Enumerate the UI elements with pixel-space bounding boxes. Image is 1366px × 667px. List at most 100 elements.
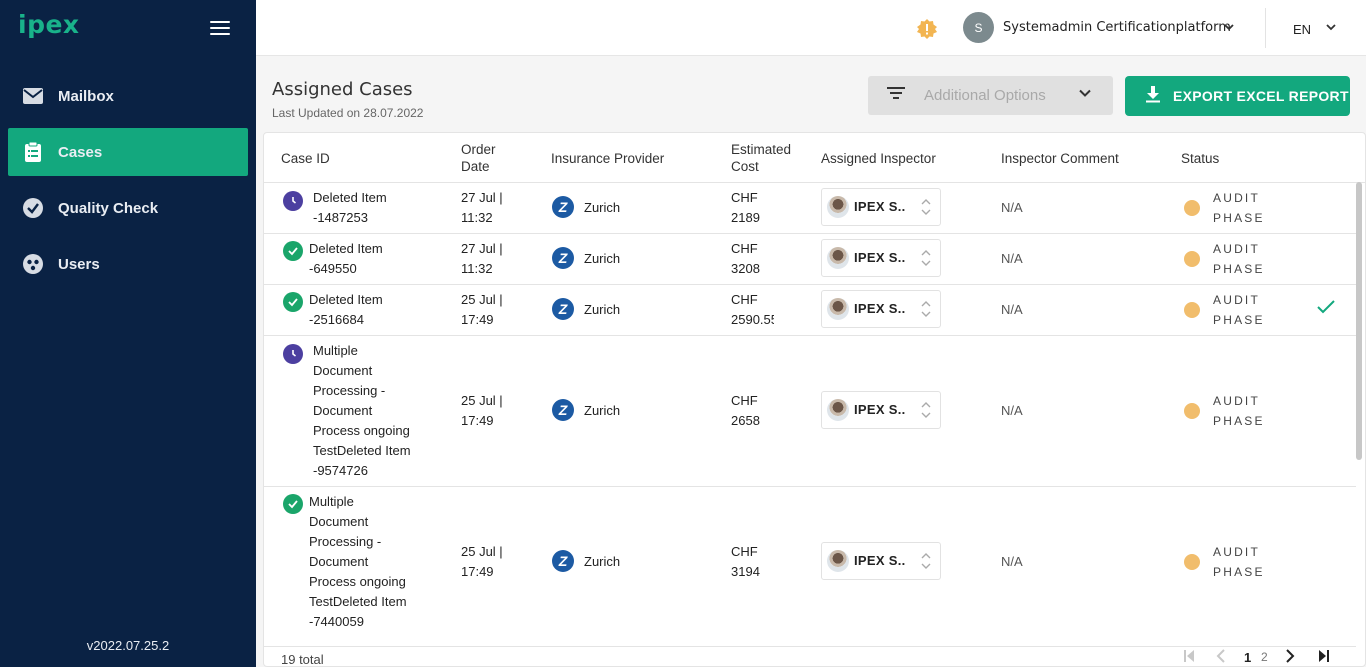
case-id-line[interactable]: TestDeleted Item: [313, 441, 411, 461]
page-number-1[interactable]: 1: [1244, 650, 1251, 665]
sidebar-item-users[interactable]: Users: [8, 240, 248, 288]
case-id-line[interactable]: -7440059: [309, 612, 364, 632]
inspector-select[interactable]: IPEX S..: [821, 542, 941, 580]
sidebar-item-quality-check[interactable]: Quality Check: [8, 184, 248, 232]
language-selector[interactable]: EN: [1293, 22, 1311, 37]
table-row[interactable]: Multiple Document Processing - Document …: [264, 336, 1356, 487]
inspector-name: IPEX S..: [854, 301, 906, 316]
order-date: 27 Jul |: [461, 190, 503, 205]
sidebar-item-label: Users: [58, 255, 100, 273]
case-id-line[interactable]: Document: [313, 401, 372, 421]
sidebar-item-mailbox[interactable]: Mailbox: [8, 72, 248, 120]
status-text: PHASE: [1213, 262, 1265, 276]
previous-page-icon[interactable]: [1215, 648, 1227, 667]
case-id-line[interactable]: Document: [313, 361, 372, 381]
last-page-icon[interactable]: [1317, 648, 1331, 667]
status-text: AUDIT: [1213, 293, 1260, 307]
case-id-line[interactable]: Multiple: [313, 341, 358, 361]
export-excel-button[interactable]: EXPORT EXCEL REPORT: [1125, 76, 1350, 116]
case-id-line[interactable]: Deleted Item: [313, 188, 387, 208]
inspector-select[interactable]: IPEX S..: [821, 290, 941, 328]
status-text: AUDIT: [1213, 191, 1260, 205]
page-title: Assigned Cases: [272, 79, 413, 100]
cost-currency: CHF: [731, 241, 758, 256]
order-time: 17:49: [461, 312, 494, 327]
table-row[interactable]: Deleted Item -2516684 25 Jul | 17:49 Z Z…: [264, 285, 1356, 336]
table-scrollbar[interactable]: [1356, 182, 1362, 460]
menu-toggle-icon[interactable]: [210, 21, 230, 37]
case-id-line[interactable]: Multiple: [309, 492, 354, 512]
case-id-line[interactable]: -1487253: [313, 208, 368, 228]
case-id-line[interactable]: Processing -: [309, 532, 381, 552]
download-icon: [1145, 85, 1161, 108]
alert-icon[interactable]: [916, 18, 938, 45]
chevron-down-icon[interactable]: [1222, 20, 1236, 39]
inspector-comment: N/A: [1001, 251, 1023, 266]
header-cost-line1[interactable]: Estimated: [731, 141, 791, 158]
sidebar-item-label: Mailbox: [58, 87, 114, 105]
check-icon: [283, 241, 303, 261]
case-id-line[interactable]: Process ongoing: [313, 421, 410, 441]
cost-value: 3208: [731, 261, 760, 276]
case-id-line[interactable]: Process ongoing: [309, 572, 406, 592]
case-id-line[interactable]: Processing -: [313, 381, 385, 401]
header-insurance-provider[interactable]: Insurance Provider: [551, 150, 664, 167]
case-id-line[interactable]: Document: [309, 512, 368, 532]
status-dot: [1184, 554, 1200, 570]
provider-name: Zurich: [584, 403, 621, 418]
status-dot: [1184, 251, 1200, 267]
table-row[interactable]: Multiple Document Processing - Document …: [264, 487, 1356, 647]
header-order-date-line1[interactable]: Order: [461, 141, 496, 158]
last-updated: Last Updated on 28.07.2022: [272, 106, 424, 120]
avatar: [827, 399, 849, 421]
inspector-name: IPEX S..: [854, 199, 906, 214]
status-text: AUDIT: [1213, 545, 1260, 559]
status-text: AUDIT: [1213, 242, 1260, 256]
zurich-logo-icon: Z: [552, 399, 574, 421]
inspector-select[interactable]: IPEX S..: [821, 239, 941, 277]
case-id-line[interactable]: -9574726: [313, 461, 368, 481]
checkmark-icon[interactable]: [1316, 299, 1336, 320]
status-text: PHASE: [1213, 211, 1265, 225]
updown-arrows-icon: [920, 550, 932, 577]
table-row[interactable]: Deleted Item -649550 27 Jul | 11:32 Z Zu…: [264, 234, 1356, 285]
case-id-line[interactable]: Deleted Item: [309, 290, 383, 310]
additional-options-dropdown[interactable]: Additional Options: [868, 76, 1113, 115]
case-id-line[interactable]: TestDeleted Item: [309, 592, 407, 612]
divider: [1265, 8, 1266, 48]
sidebar-item-cases[interactable]: Cases: [8, 128, 248, 176]
header-assigned-inspector[interactable]: Assigned Inspector: [821, 150, 936, 167]
header-cost-line2[interactable]: Cost: [731, 158, 759, 175]
inspector-select[interactable]: IPEX S..: [821, 188, 941, 226]
header-inspector-comment[interactable]: Inspector Comment: [1001, 150, 1119, 167]
case-id-line[interactable]: Deleted Item: [309, 239, 383, 259]
first-page-icon[interactable]: [1182, 648, 1196, 667]
export-label: EXPORT EXCEL REPORT: [1173, 88, 1349, 104]
cost-value: 2658: [731, 413, 760, 428]
next-page-icon[interactable]: [1284, 648, 1296, 667]
filter-icon: [886, 86, 906, 105]
cost-currency: CHF: [731, 190, 758, 205]
inspector-select[interactable]: IPEX S..: [821, 391, 941, 429]
avatar[interactable]: S: [963, 12, 994, 43]
case-id-line[interactable]: -649550: [309, 259, 357, 279]
page-number-2[interactable]: 2: [1261, 650, 1268, 664]
case-id-line[interactable]: -2516684: [309, 310, 364, 330]
table-row[interactable]: Deleted Item -1487253 27 Jul | 11:32 Z Z…: [264, 183, 1356, 234]
user-name[interactable]: Systemadmin Certificationplatform: [1003, 20, 1231, 35]
zurich-logo-icon: Z: [552, 550, 574, 572]
cost-value: 3194: [731, 564, 760, 579]
header-order-date-line2[interactable]: Date: [461, 158, 490, 175]
chevron-down-icon[interactable]: [1324, 20, 1338, 39]
clock-icon: [283, 191, 303, 211]
check-icon: [283, 292, 303, 312]
mail-icon: [22, 85, 44, 107]
status-text: PHASE: [1213, 565, 1265, 579]
case-id-line[interactable]: Document: [309, 552, 368, 572]
header-case-id[interactable]: Case ID: [281, 150, 330, 167]
sidebar: ipex Mailbox Cases Quality Check Users v…: [0, 0, 256, 667]
avatar: [827, 550, 849, 572]
check-circle-icon: [22, 197, 44, 219]
sidebar-item-label: Cases: [58, 143, 103, 161]
header-status[interactable]: Status: [1181, 150, 1219, 167]
